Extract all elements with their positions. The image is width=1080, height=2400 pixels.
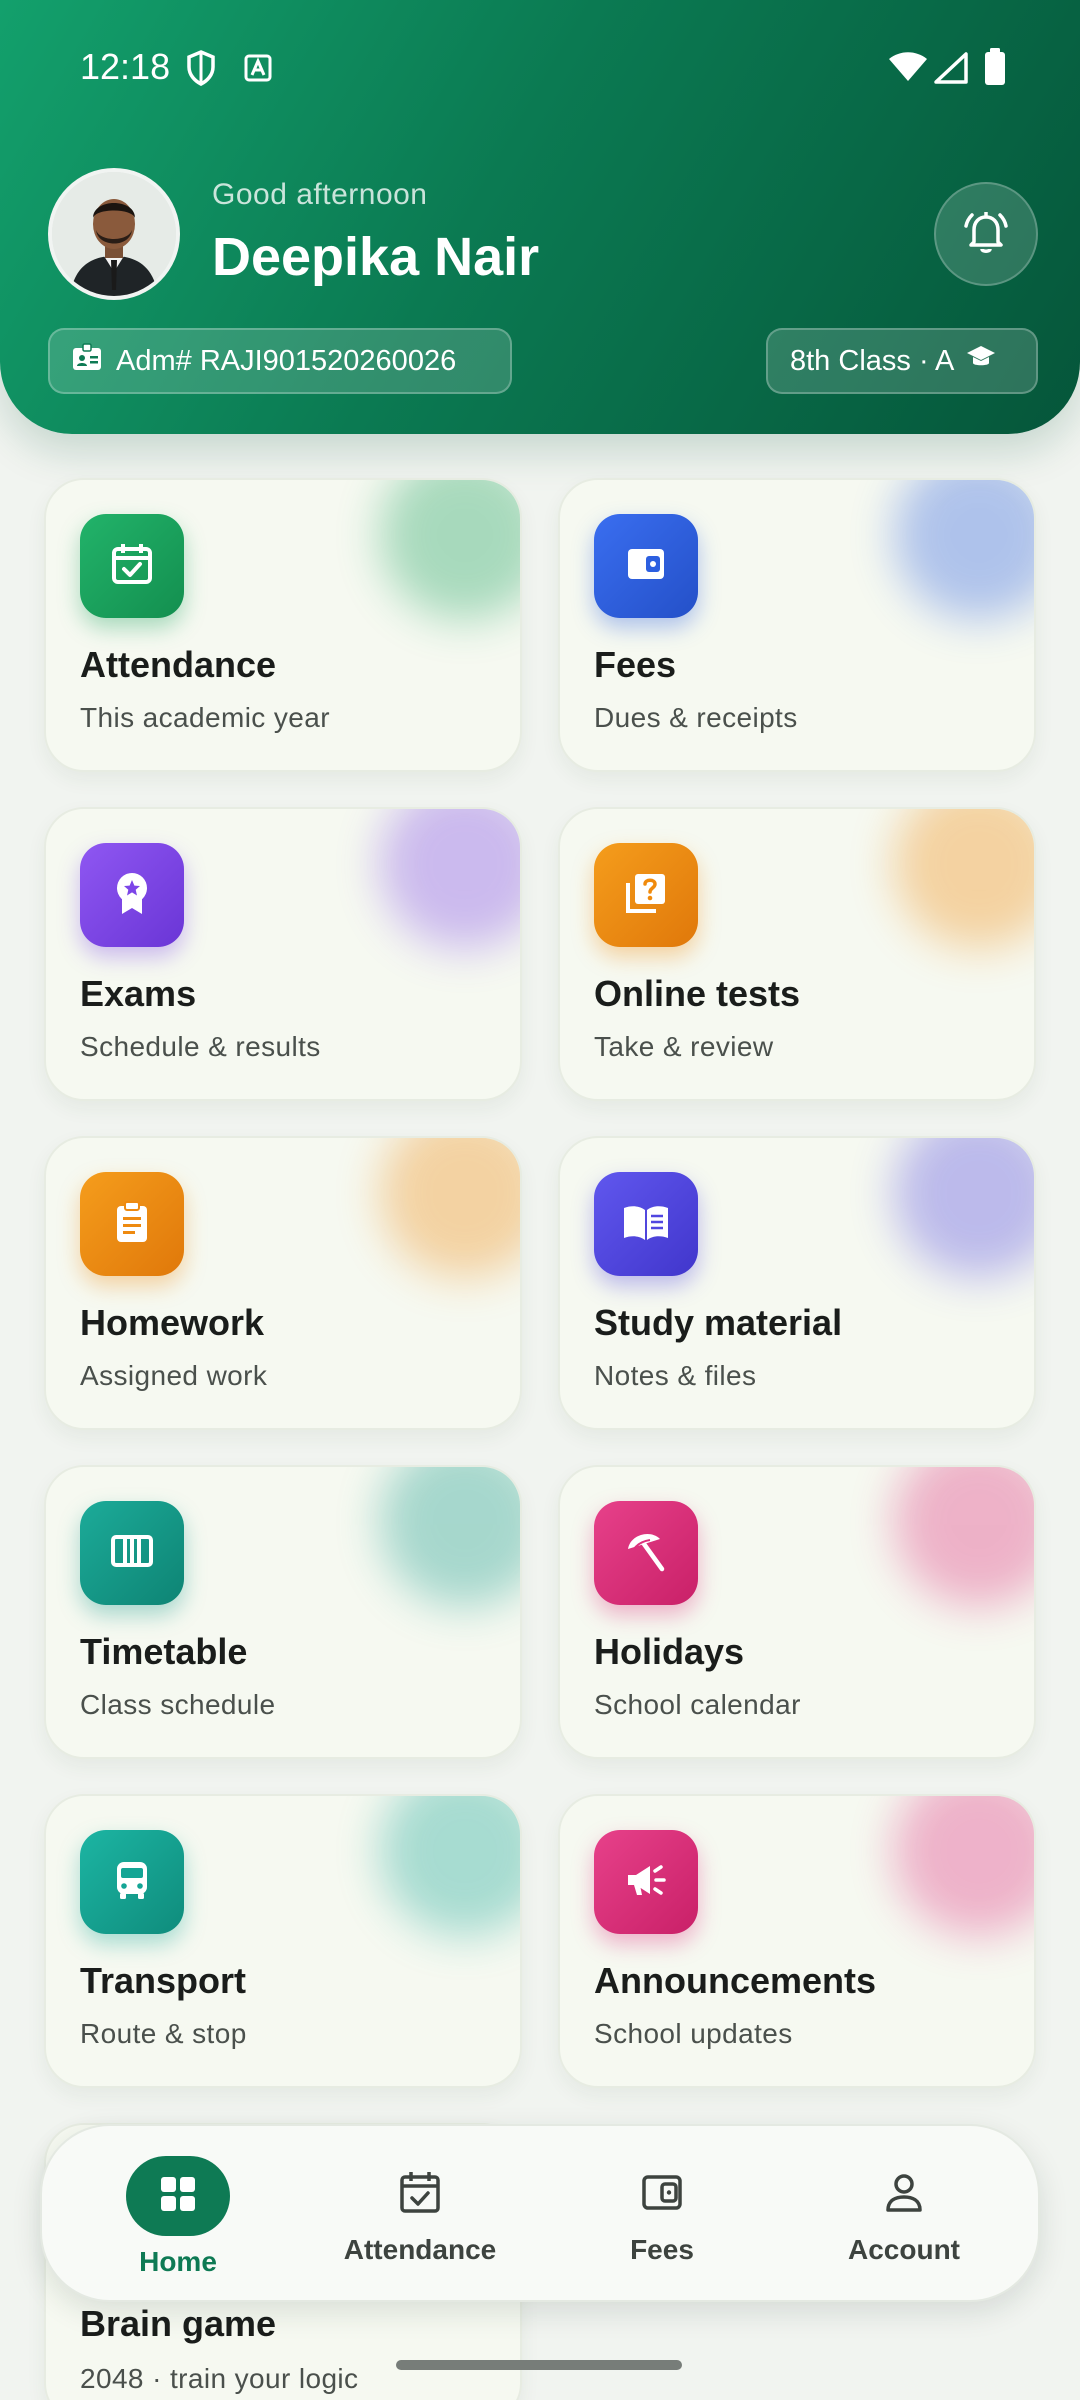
tile-subtitle: 2048 · train your logic xyxy=(80,2363,359,2394)
nav-label: Fees xyxy=(630,2234,694,2265)
class-chip: 8th Class · A xyxy=(766,328,1038,394)
tile-announcements[interactable]: Announcements School updates xyxy=(558,1794,1036,2088)
tile-title: Holidays xyxy=(594,1631,745,1672)
tile-attendance[interactable]: Attendance This academic year xyxy=(44,478,522,772)
greeting-text: Good afternoon xyxy=(212,178,428,211)
tile-title: Timetable xyxy=(80,1631,248,1672)
grid-icon xyxy=(158,2174,198,2219)
megaphone-icon xyxy=(622,1856,670,1909)
id-badge-icon xyxy=(72,343,102,379)
tile-icon-box xyxy=(80,1830,184,1934)
bell-icon xyxy=(960,206,1012,263)
user-name: Deepika Nair xyxy=(212,227,540,287)
wallet-icon xyxy=(622,540,670,593)
nav-label: Home xyxy=(139,2246,217,2277)
tile-icon-box xyxy=(80,514,184,618)
class-label: 8th Class · A xyxy=(790,344,955,377)
battery-icon xyxy=(984,48,1006,91)
nav-fees[interactable]: Fees xyxy=(542,2126,782,2304)
font-a-icon xyxy=(244,54,272,87)
tile-title: Brain game xyxy=(80,2303,277,2344)
tile-title: Homework xyxy=(80,1302,265,1343)
tile-subtitle: Route & stop xyxy=(80,2018,247,2049)
tile-title: Exams xyxy=(80,973,197,1014)
nav-label: Account xyxy=(848,2234,960,2265)
question-cards-icon xyxy=(622,869,670,922)
profile-header: 12:18 Good afternoon Deepika Nair Adm# R… xyxy=(0,0,1080,434)
tile-subtitle: Take & review xyxy=(594,1031,774,1062)
shield-icon xyxy=(186,50,216,91)
tile-holidays[interactable]: Holidays School calendar xyxy=(558,1465,1036,1759)
status-bar: 12:18 xyxy=(0,0,1080,130)
tile-title: Announcements xyxy=(594,1960,877,2001)
tile-subtitle: Schedule & results xyxy=(80,1031,321,1062)
tile-homework[interactable]: Homework Assigned work xyxy=(44,1136,522,1430)
nav-home[interactable]: Home xyxy=(58,2126,298,2304)
tile-online-tests[interactable]: Online tests Take & review xyxy=(558,807,1036,1101)
tile-study-material[interactable]: Study material Notes & files xyxy=(558,1136,1036,1430)
tile-subtitle: This academic year xyxy=(80,702,330,733)
calendar-check-icon xyxy=(108,540,156,593)
tile-icon-box xyxy=(80,1501,184,1605)
tile-subtitle: Notes & files xyxy=(594,1360,757,1391)
beach-umbrella-icon xyxy=(622,1527,670,1580)
wifi-icon xyxy=(888,52,928,87)
tile-title: Online tests xyxy=(594,973,801,1014)
nav-active-indicator xyxy=(126,2156,230,2236)
admission-chip: Adm# RAJI901520260026 xyxy=(48,328,512,394)
notifications-button[interactable] xyxy=(934,182,1038,286)
nav-label: Attendance xyxy=(343,2234,497,2265)
calendar-check-icon xyxy=(398,2169,442,2220)
clipboard-icon xyxy=(108,1198,156,1251)
open-book-icon xyxy=(620,1198,672,1251)
wallet-icon xyxy=(640,2170,684,2219)
tile-transport[interactable]: Transport Route & stop xyxy=(44,1794,522,2088)
tile-title: Transport xyxy=(80,1960,247,2001)
tile-title: Fees xyxy=(594,644,677,685)
tile-fees[interactable]: Fees Dues & receipts xyxy=(558,478,1036,772)
tile-title: Study material xyxy=(594,1302,843,1343)
tile-subtitle: School calendar xyxy=(594,1689,801,1720)
person-icon xyxy=(882,2170,926,2219)
tile-icon-box xyxy=(80,843,184,947)
tile-subtitle: Dues & receipts xyxy=(594,702,798,733)
nav-attendance[interactable]: Attendance xyxy=(300,2126,540,2304)
tile-exams[interactable]: Exams Schedule & results xyxy=(44,807,522,1101)
tile-icon-box xyxy=(594,1172,698,1276)
tile-icon-box xyxy=(594,1501,698,1605)
nav-account[interactable]: Account xyxy=(784,2126,1024,2304)
tile-icon-box xyxy=(594,1830,698,1934)
status-time: 12:18 xyxy=(80,46,171,87)
gesture-home-indicator[interactable] xyxy=(396,2360,682,2370)
columns-icon xyxy=(108,1527,156,1580)
tile-timetable[interactable]: Timetable Class schedule xyxy=(44,1465,522,1759)
tile-icon-box xyxy=(80,1172,184,1276)
tile-subtitle: Assigned work xyxy=(80,1360,268,1391)
tile-subtitle: Class schedule xyxy=(80,1689,276,1720)
bottom-nav: Home Attendance Fees Account xyxy=(40,2124,1040,2302)
avatar[interactable] xyxy=(48,168,180,300)
graduation-cap-icon xyxy=(966,344,996,378)
bus-icon xyxy=(108,1856,156,1909)
tile-icon-box xyxy=(594,843,698,947)
cell-signal-icon xyxy=(934,52,968,89)
tile-icon-box xyxy=(594,514,698,618)
tile-title: Attendance xyxy=(80,644,277,685)
admission-number: Adm# RAJI901520260026 xyxy=(116,344,457,377)
tile-subtitle: School updates xyxy=(594,2018,793,2049)
award-ribbon-icon xyxy=(108,869,156,922)
